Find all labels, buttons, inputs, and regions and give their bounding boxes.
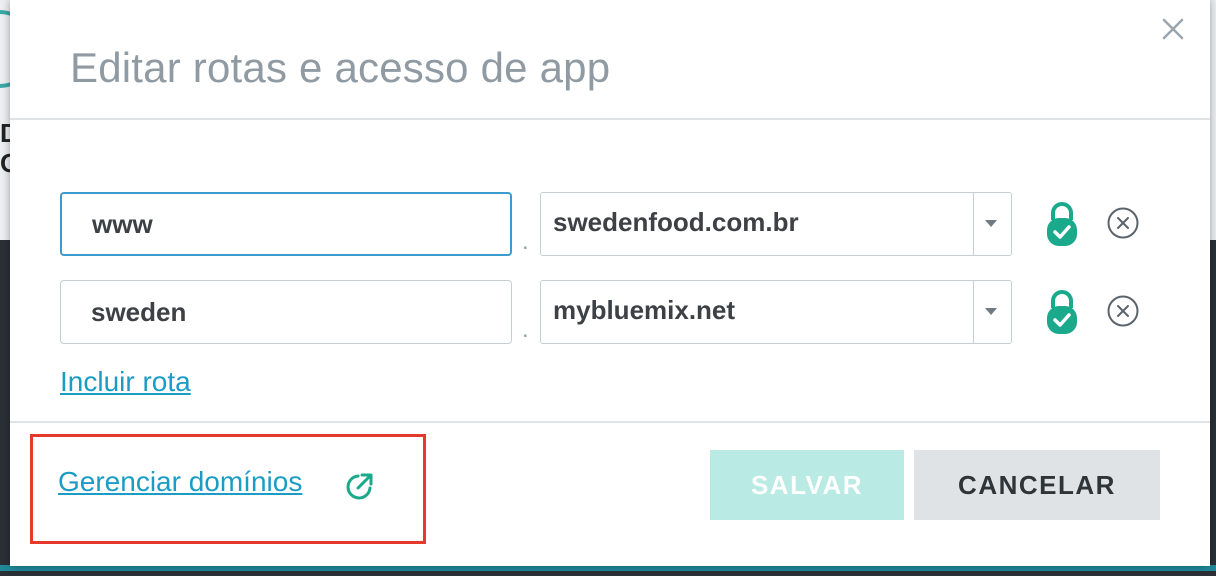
- close-icon[interactable]: [1158, 14, 1188, 44]
- host-input[interactable]: [60, 192, 512, 256]
- lock-check-icon: [1044, 200, 1080, 248]
- add-route-link[interactable]: Incluir rota: [60, 366, 191, 398]
- host-domain-separator: .: [522, 316, 529, 343]
- manage-domains-link[interactable]: Gerenciar domínios: [58, 466, 302, 498]
- domain-value: swedenfood.com.br: [553, 207, 799, 237]
- route-row: . mybluemix.net: [60, 280, 1180, 346]
- save-button[interactable]: SALVAR: [710, 450, 904, 520]
- chevron-down-icon: [985, 308, 997, 315]
- footer-divider: [10, 421, 1210, 423]
- domain-value: mybluemix.net: [553, 295, 736, 325]
- header-divider: [10, 118, 1210, 120]
- dialog-title: Editar rotas e acesso de app: [70, 44, 611, 91]
- chevron-down-icon: [985, 220, 997, 227]
- lock-check-icon: [1044, 288, 1080, 336]
- external-link-icon[interactable]: [344, 470, 376, 502]
- remove-circle-icon[interactable]: [1106, 206, 1140, 240]
- domain-select[interactable]: swedenfood.com.br: [540, 192, 1012, 256]
- host-domain-separator: .: [522, 228, 529, 255]
- select-divider: [973, 281, 974, 343]
- domain-select[interactable]: mybluemix.net: [540, 280, 1012, 344]
- remove-circle-icon[interactable]: [1106, 294, 1140, 328]
- edit-routes-dialog: Editar rotas e acesso de app . swedenfoo…: [10, 0, 1210, 566]
- host-input[interactable]: [60, 280, 512, 344]
- route-row: . swedenfood.com.br: [60, 192, 1180, 258]
- cancel-button[interactable]: CANCELAR: [914, 450, 1160, 520]
- select-divider: [973, 193, 974, 255]
